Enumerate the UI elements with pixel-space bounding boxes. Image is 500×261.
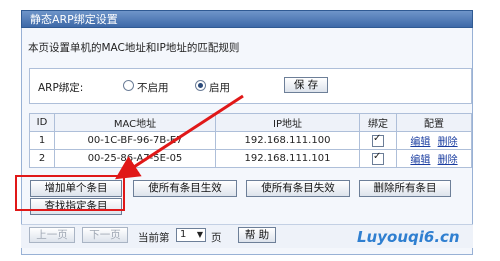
page-select[interactable]: 1 ▼ xyxy=(176,228,206,242)
page-suffix-label: 页 xyxy=(211,232,222,244)
help-button[interactable]: 帮 助 xyxy=(238,227,276,243)
chevron-down-icon: ▼ xyxy=(196,230,203,239)
annotation-arrow xyxy=(114,94,244,180)
site-watermark: Luyouqi6.cn xyxy=(357,228,460,246)
current-page-label: 当前第 xyxy=(138,232,170,244)
next-page-button[interactable]: 下一页 xyxy=(82,227,128,243)
prev-page-button[interactable]: 上一页 xyxy=(29,227,75,243)
page-select-value: 1 xyxy=(180,229,187,240)
